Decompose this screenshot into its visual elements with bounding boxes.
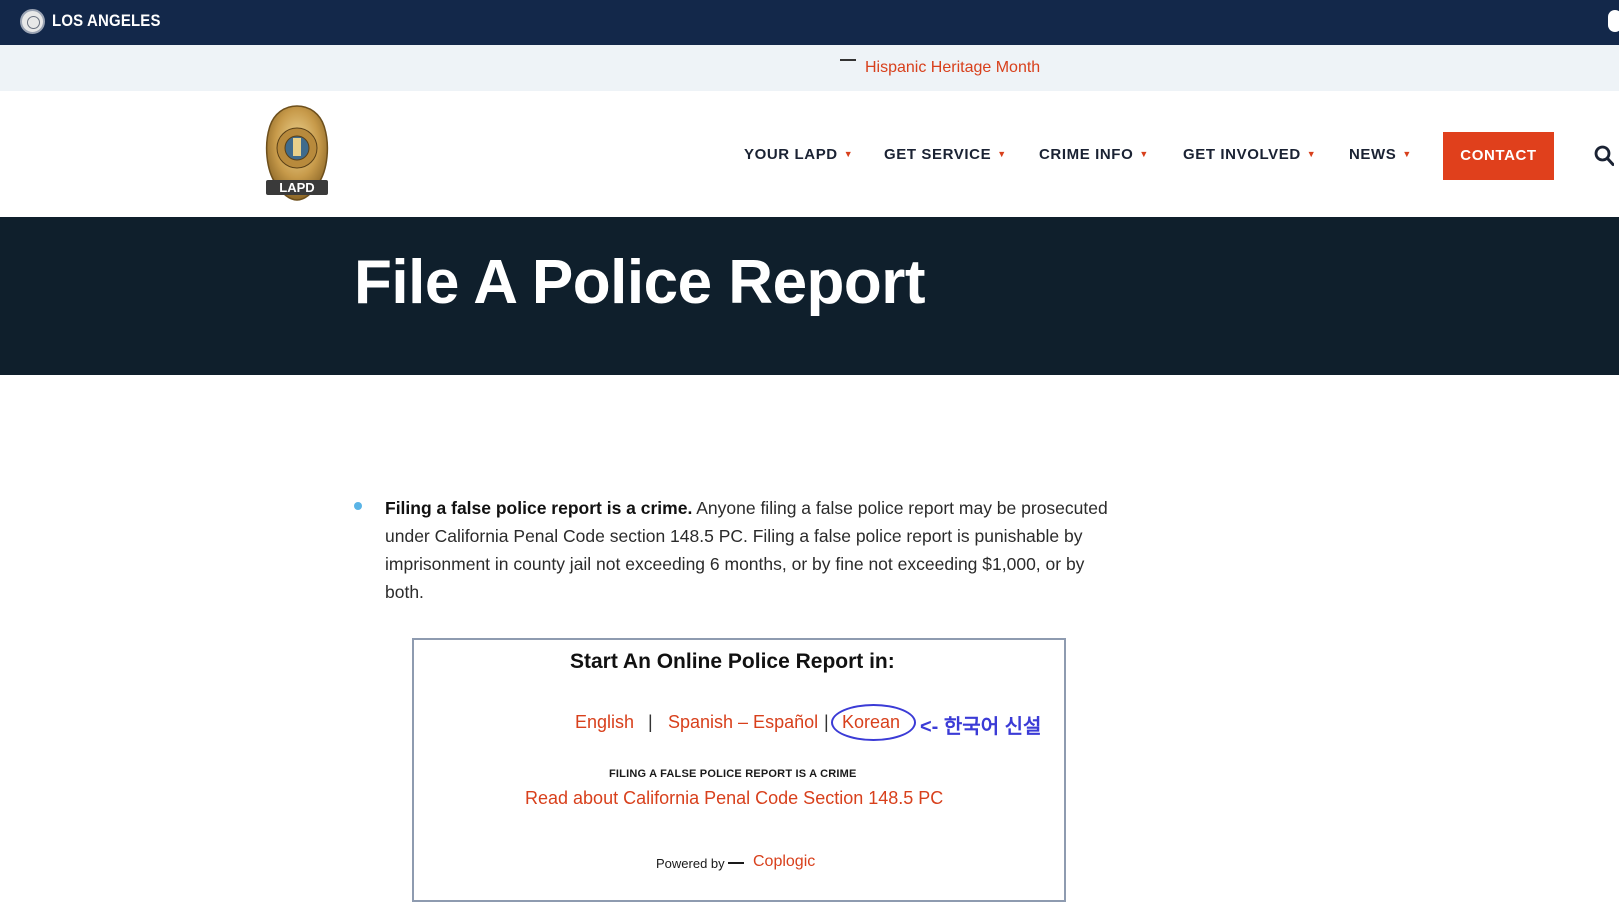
contact-button[interactable]: CONTACT [1443,132,1554,180]
lapd-badge-logo[interactable]: LAPD [262,104,332,202]
false-report-notice: Filing a false police report is a crime.… [385,494,1115,606]
search-icon[interactable] [1594,145,1614,167]
coplogic-link[interactable]: Coplogic [753,853,815,871]
nav-crime-info[interactable]: CRIME INFO ▼ [1039,146,1149,163]
nav-label: NEWS [1349,146,1397,163]
city-topbar [0,0,1619,45]
korean-annotation: <- 한국어 신설 [920,716,1042,738]
language-separator: | [648,712,653,732]
nav-label: GET SERVICE [884,146,992,163]
nav-label: GET INVOLVED [1183,146,1301,163]
report-box-title: Start An Online Police Report in: [570,650,895,673]
language-english-link[interactable]: English [575,712,634,733]
powered-by-label: Powered by [656,856,725,871]
city-name[interactable]: LOS ANGELES [52,11,161,31]
powered-by-dash [728,862,744,864]
caret-down-icon: ▼ [1402,149,1412,159]
nav-news[interactable]: NEWS ▼ [1349,146,1412,163]
language-spanish-link[interactable]: Spanish – Español [668,712,818,733]
city-seal-icon[interactable] [20,9,45,34]
nav-get-involved[interactable]: GET INVOLVED ▼ [1183,146,1316,163]
bullet-dot [354,502,362,510]
alert-link[interactable]: Hispanic Heritage Month [865,59,1040,77]
penal-code-link[interactable]: Read about California Penal Code Section… [525,788,943,809]
alert-bar [0,45,1619,91]
alert-dash [840,59,856,61]
nav-label: YOUR LAPD [744,146,838,163]
caret-down-icon: ▼ [1139,149,1149,159]
nav-your-lapd[interactable]: YOUR LAPD ▼ [744,146,853,163]
topbar-edge-icon[interactable] [1608,10,1619,32]
nav-get-service[interactable]: GET SERVICE ▼ [884,146,1007,163]
false-report-caption: FILING A FALSE POLICE REPORT IS A CRIME [609,768,857,780]
page-title: File A Police Report [354,248,926,317]
caret-down-icon: ▼ [997,149,1007,159]
caret-down-icon: ▼ [1306,149,1317,159]
notice-bold: Filing a false police report is a crime. [385,498,693,518]
caret-down-icon: ▼ [843,149,854,159]
logo-text: LAPD [279,180,314,195]
korean-highlight-circle [831,704,916,741]
language-separator: | [824,712,829,732]
nav-label: CRIME INFO [1039,146,1134,163]
